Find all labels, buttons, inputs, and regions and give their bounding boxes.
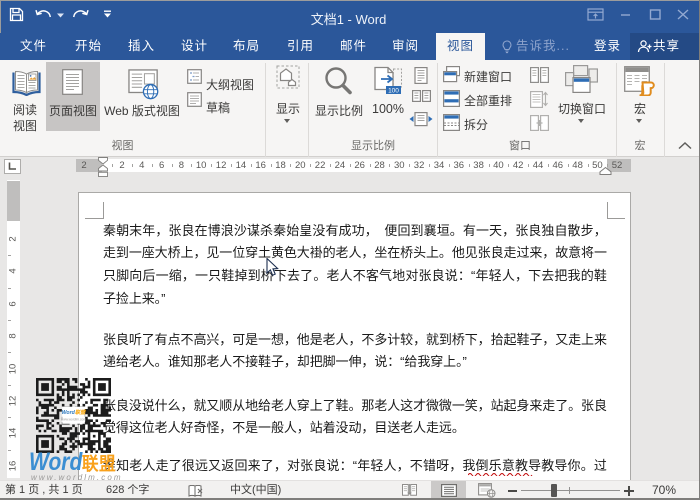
svg-text:www.wordlm.com: www.wordlm.com <box>60 417 85 421</box>
svg-text:Word联盟: Word联盟 <box>61 409 85 416</box>
svg-text:100: 100 <box>388 88 399 95</box>
